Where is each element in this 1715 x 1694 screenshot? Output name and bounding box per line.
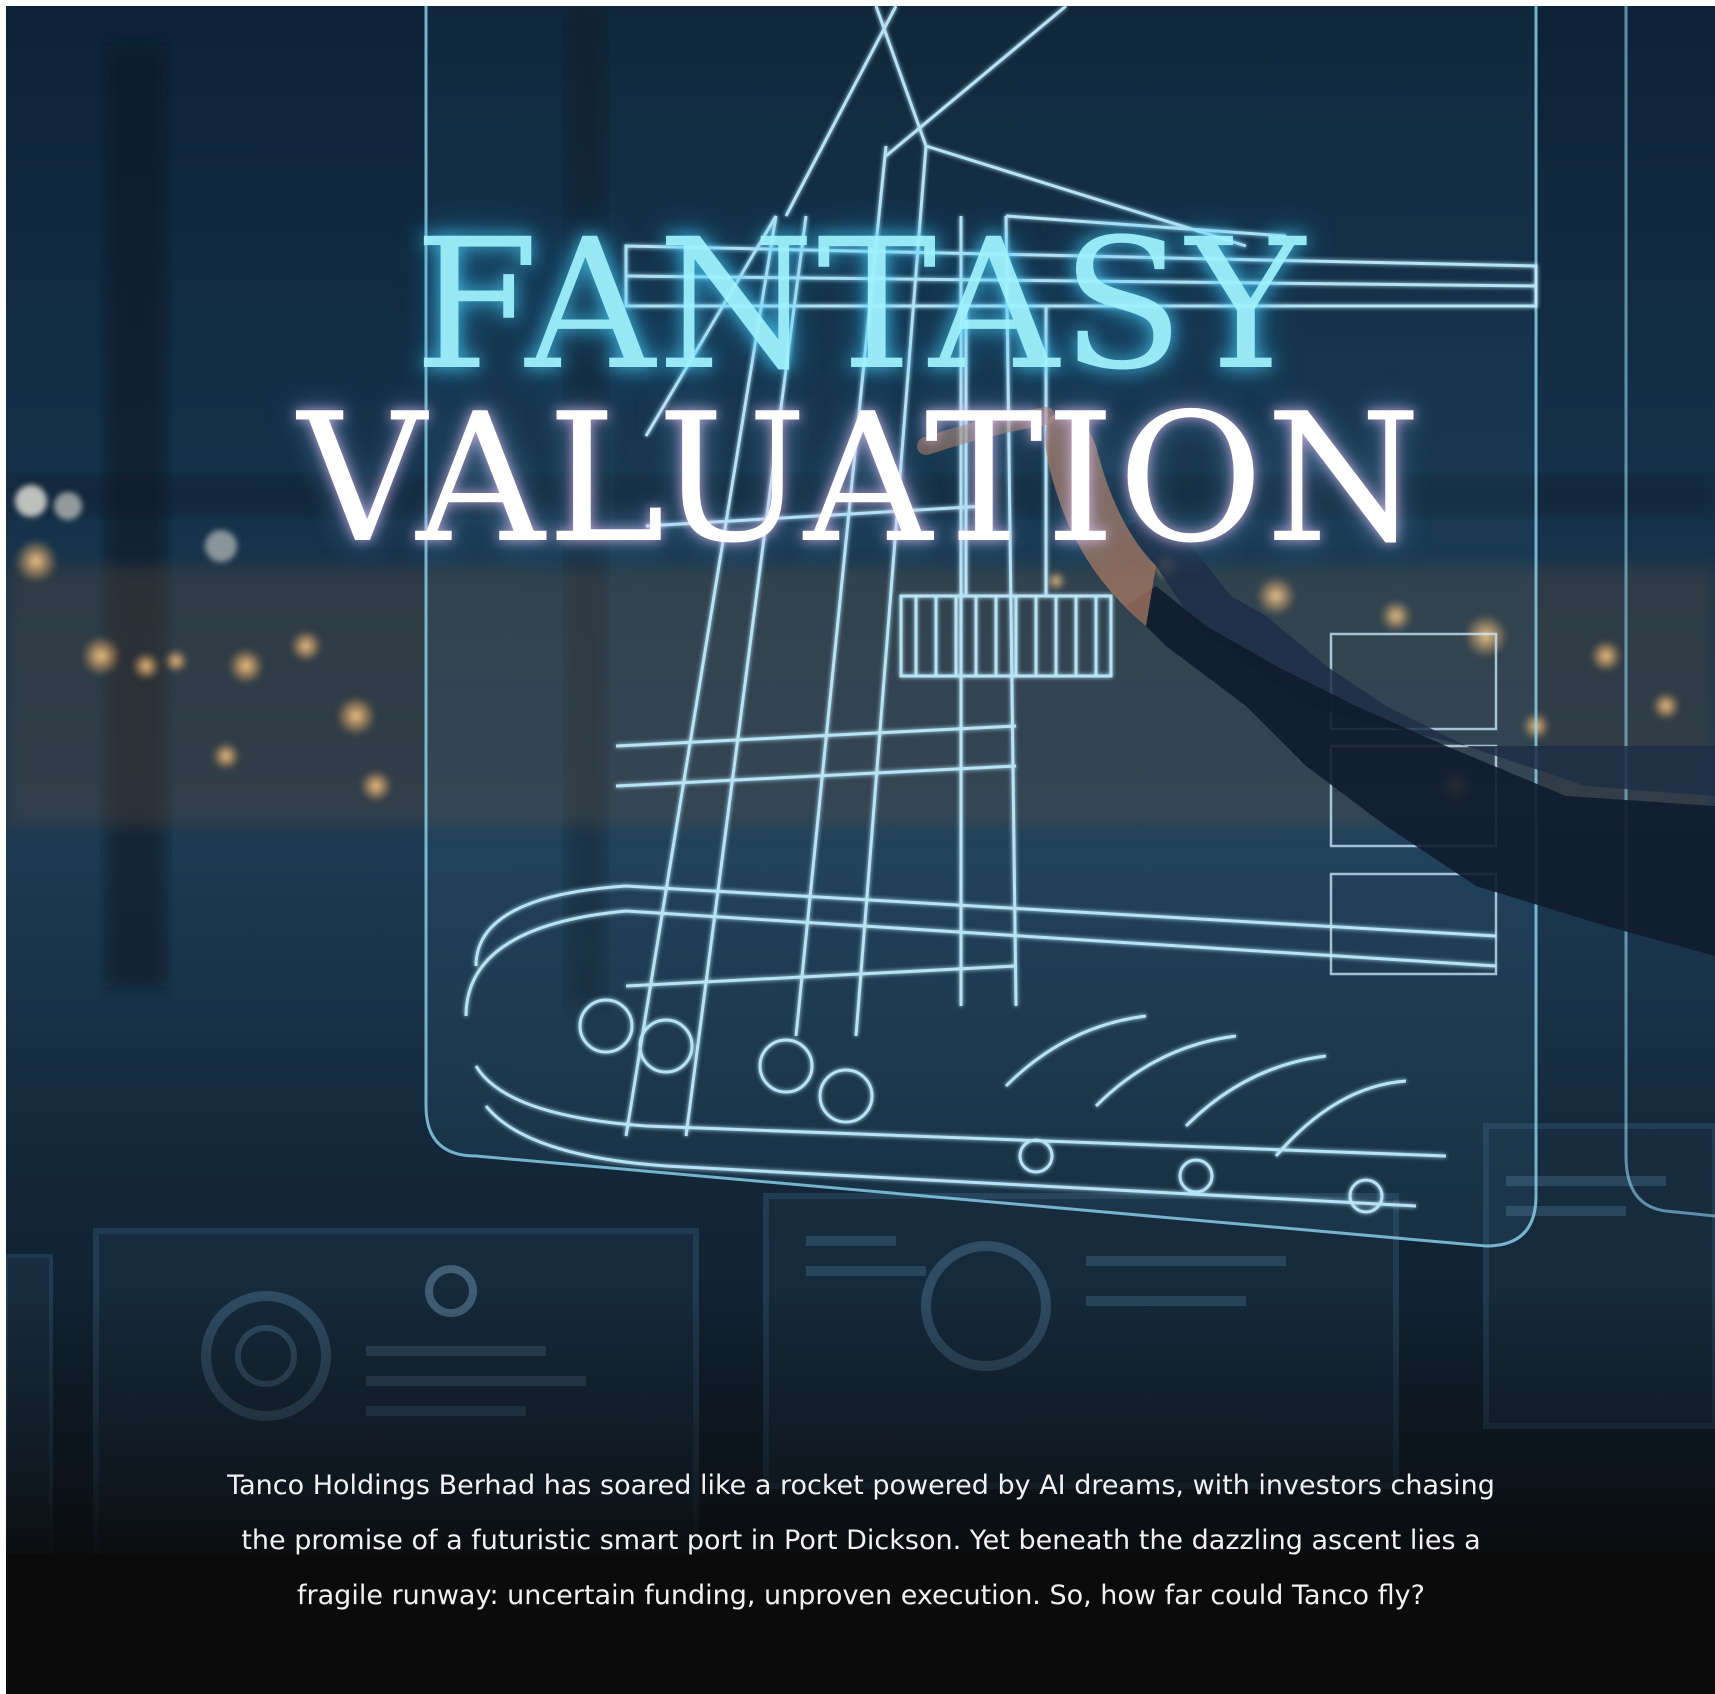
hero-banner: FANTASY VALUATION Tanco Holdings Berhad … [6,6,1715,1694]
article-standfirst: Tanco Holdings Berhad has soared like a … [227,1470,1495,1611]
title-line-valuation: VALUATION [297,375,1424,582]
title-line-fantasy: FANTASY [413,201,1308,410]
page-title: FANTASY VALUATION [6,216,1715,568]
